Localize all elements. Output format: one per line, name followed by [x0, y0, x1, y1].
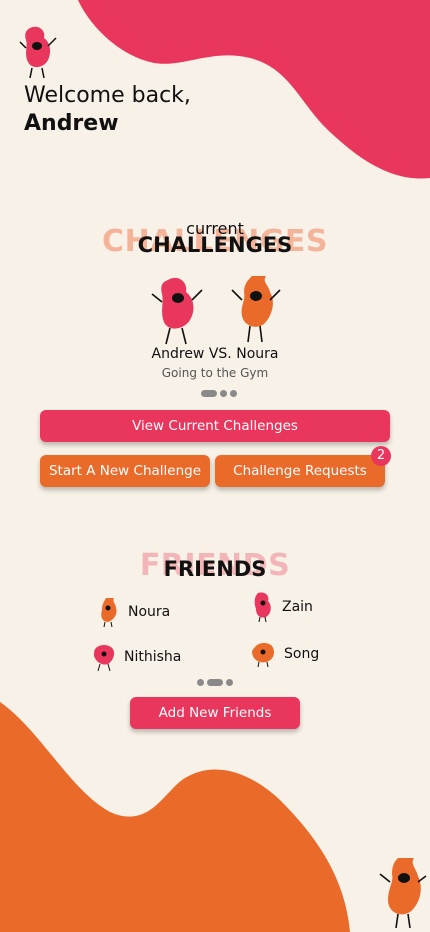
- requests-count-badge: 2: [371, 446, 391, 466]
- friend-avatar-icon: [252, 643, 274, 668]
- friend-name: Noura: [128, 604, 171, 620]
- friend-name: Song: [284, 646, 320, 662]
- challenges-title: CHALLENGES: [137, 233, 293, 257]
- pagination-dot[interactable]: [226, 679, 233, 686]
- start-new-challenge-button[interactable]: Start A New Challenge: [40, 455, 210, 487]
- mascot-icon: [379, 858, 427, 929]
- mascot-icon: [19, 26, 57, 79]
- friend-item-nithisha[interactable]: Nithisha: [90, 642, 181, 672]
- friend-name: Zain: [282, 599, 313, 615]
- pagination-dot[interactable]: [220, 390, 227, 397]
- player-two-name: Noura: [236, 346, 279, 362]
- challenge-activity: Going to the Gym: [161, 366, 269, 380]
- friend-avatar-icon: [254, 592, 271, 623]
- add-new-friends-button[interactable]: Add New Friends: [130, 697, 300, 729]
- friends-pagination[interactable]: [197, 679, 233, 686]
- player-one-name: Andrew: [151, 346, 205, 362]
- friends-title: FRIENDS: [163, 557, 267, 581]
- friend-item-song[interactable]: Song: [248, 640, 319, 668]
- player-two-mascot-icon: [231, 276, 281, 343]
- view-current-challenges-button[interactable]: View Current Challenges: [40, 410, 390, 442]
- friend-name: Nithisha: [124, 649, 182, 665]
- challenges-pagination[interactable]: [201, 390, 237, 397]
- pagination-dot[interactable]: [197, 679, 204, 686]
- friend-avatar-icon: [94, 645, 115, 672]
- player-one-mascot-icon: [151, 277, 203, 345]
- welcome-message: Welcome back, Andrew: [24, 82, 191, 138]
- pagination-dot[interactable]: [230, 390, 237, 397]
- friend-item-noura[interactable]: Noura: [94, 596, 170, 628]
- greeting-text: Welcome back,: [24, 83, 191, 108]
- user-name: Andrew: [24, 111, 119, 136]
- friend-item-zain[interactable]: Zain: [248, 591, 313, 623]
- challenge-matchup: Andrew VS. Noura: [0, 346, 430, 362]
- pagination-dot-active[interactable]: [207, 679, 223, 686]
- vs-label: VS.: [208, 346, 232, 362]
- pagination-dot-active[interactable]: [201, 390, 217, 397]
- friend-avatar-icon: [101, 598, 117, 628]
- challenge-requests-button[interactable]: Challenge Requests: [215, 455, 385, 487]
